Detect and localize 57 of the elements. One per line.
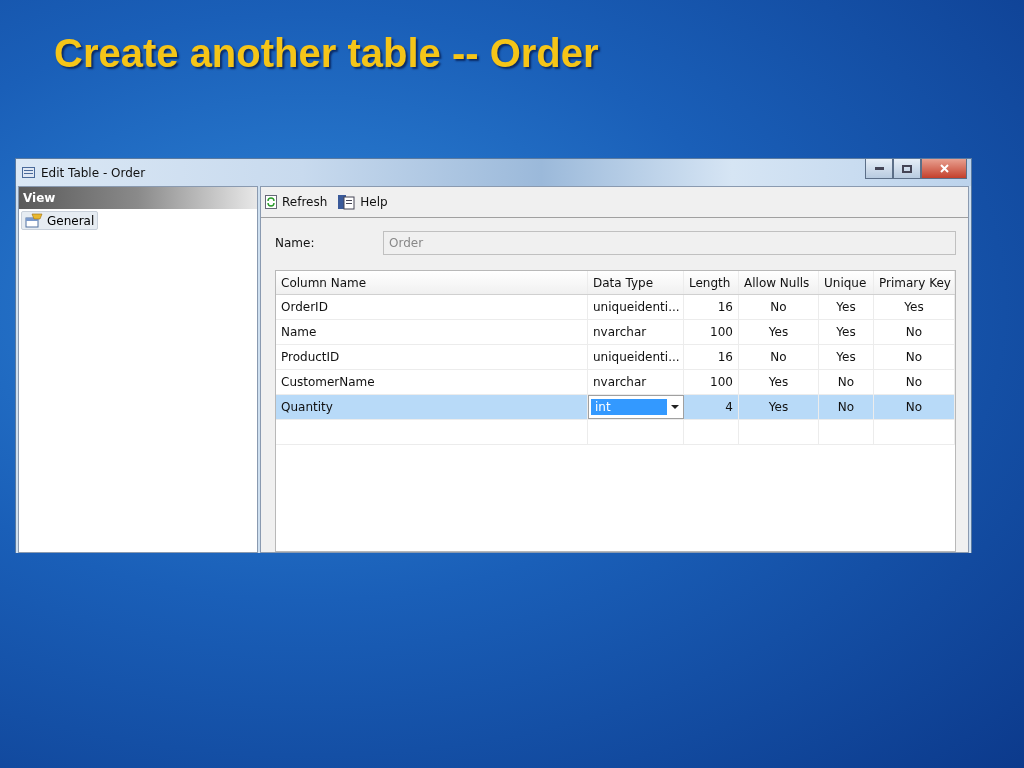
table-cell: Yes — [874, 295, 955, 319]
table-cell: No — [874, 370, 955, 394]
table-cell: Yes — [819, 320, 874, 344]
view-header: View — [19, 187, 257, 209]
close-button[interactable] — [921, 159, 967, 179]
table-row[interactable]: Name nvarchar 100 Yes Yes No — [276, 320, 955, 345]
column-header[interactable]: Column Name — [276, 271, 588, 294]
table-cell: 100 — [684, 370, 739, 394]
slide-title: Create another table -- Order — [54, 30, 600, 77]
window-icon — [22, 167, 35, 178]
table-cell: nvarchar — [588, 370, 684, 394]
table-cell: No — [739, 295, 819, 319]
table-cell: No — [874, 345, 955, 369]
caret-icon — [671, 405, 679, 409]
table-cell: No — [819, 395, 874, 419]
table-cell: Yes — [819, 295, 874, 319]
table-cell: 16 — [684, 295, 739, 319]
table-cell: No — [819, 370, 874, 394]
table-cell: 16 — [684, 345, 739, 369]
table-cell: Yes — [739, 320, 819, 344]
table-cell: 100 — [684, 320, 739, 344]
table-cell: uniqueidenti... — [588, 295, 684, 319]
toolbar-button[interactable]: Refresh — [265, 195, 328, 209]
window-title: Edit Table - Order — [41, 165, 147, 180]
table-cell: OrderID — [276, 295, 588, 319]
table-cell: Yes — [739, 395, 819, 419]
help-book-icon — [337, 194, 356, 210]
column-header[interactable]: Allow Nulls — [739, 271, 819, 294]
table-row[interactable]: Quantity int 4 Yes No No — [276, 395, 955, 420]
toolbar-button[interactable]: Help — [337, 194, 388, 210]
minimize-icon — [874, 167, 884, 170]
table-cell: Yes — [739, 370, 819, 394]
table-row[interactable]: ProductID uniqueidenti... 16 No Yes No — [276, 345, 955, 370]
sidebar-item[interactable]: General — [21, 211, 99, 230]
minimize-button[interactable] — [865, 159, 893, 179]
table-cell: CustomerName — [276, 370, 588, 394]
table-cell: nvarchar — [588, 320, 684, 344]
close-icon — [939, 164, 949, 173]
table-row[interactable]: CustomerName nvarchar 100 Yes No No — [276, 370, 955, 395]
column-header[interactable]: Length — [684, 271, 739, 294]
table-properties-icon — [25, 213, 43, 228]
column-header[interactable]: Data Type — [588, 271, 684, 294]
table-row[interactable]: OrderID uniqueidenti... 16 No Yes Yes — [276, 295, 955, 320]
table-cell: No — [874, 320, 955, 344]
maximize-button[interactable] — [893, 159, 921, 179]
column-header[interactable]: Unique — [819, 271, 874, 294]
table-cell: Name — [276, 320, 588, 344]
table-cell: 4 — [684, 395, 739, 419]
table-cell: No — [874, 395, 955, 419]
table-cell: uniqueidenti... — [588, 345, 684, 369]
column-header[interactable]: Primary Key — [874, 271, 955, 294]
name-label: Name: — [275, 236, 316, 250]
table-cell: Yes — [819, 345, 874, 369]
table-cell: No — [739, 345, 819, 369]
maximize-icon — [902, 164, 912, 173]
refresh-icon — [265, 195, 277, 209]
table-cell: ProductID — [276, 345, 588, 369]
